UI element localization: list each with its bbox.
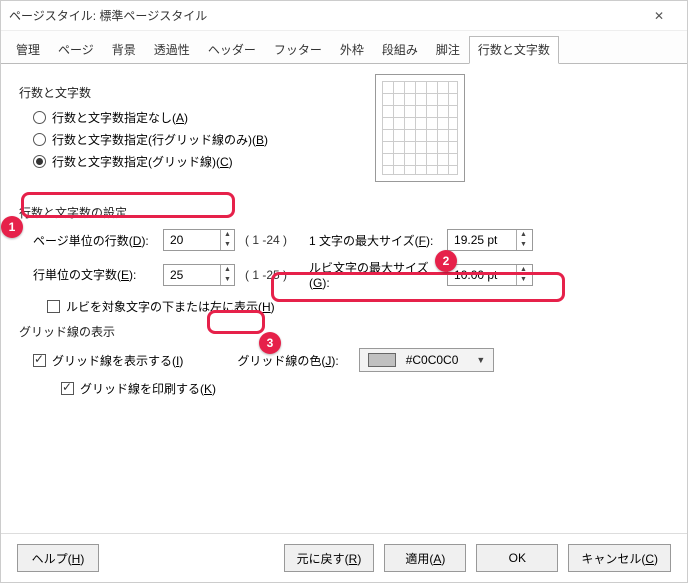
radio-icon xyxy=(33,111,46,124)
apply-button[interactable]: 適用(A) xyxy=(384,544,466,572)
close-button[interactable]: ✕ xyxy=(639,2,679,30)
chars-per-line-label: 行単位の文字数(E): xyxy=(33,266,163,283)
marker-3: 3 xyxy=(259,332,281,354)
ok-button[interactable]: OK xyxy=(476,544,558,572)
char-max-spinner[interactable]: ▲▼ xyxy=(447,229,533,251)
show-grid-label: グリッド線を表示する(I) xyxy=(52,352,183,369)
lines-per-page-range: ( 1 -24 ) xyxy=(245,233,287,247)
highlight-radio xyxy=(21,192,235,218)
marker-2: 2 xyxy=(435,250,457,272)
checkbox-icon xyxy=(61,382,74,395)
char-max-input[interactable] xyxy=(448,231,516,249)
tab-columns[interactable]: 段組み xyxy=(373,36,427,64)
spin-up-icon[interactable]: ▲ xyxy=(221,230,234,240)
checkbox-icon xyxy=(47,300,60,313)
radio-no-grid[interactable]: 行数と文字数指定なし(A) xyxy=(33,109,669,126)
radio-label: 行数と文字数指定(行グリッド線のみ)(B) xyxy=(52,131,268,148)
grid-preview xyxy=(375,74,465,182)
radio-lines-only[interactable]: 行数と文字数指定(行グリッド線のみ)(B) xyxy=(33,131,669,148)
spin-up-icon[interactable]: ▲ xyxy=(517,230,530,240)
tab-bar: 管理 ページ 背景 透過性 ヘッダー フッター 外枠 段組み 脚注 行数と文字数 xyxy=(1,31,687,64)
dialog-footer: ヘルプ(H) 元に戻す(R) 適用(A) OK キャンセル(C) xyxy=(1,533,687,582)
highlight-char-max xyxy=(271,272,565,302)
highlight-range xyxy=(207,310,265,334)
close-icon: ✕ xyxy=(654,9,664,23)
grid-display-title: グリッド線の表示 xyxy=(19,323,669,340)
lines-per-page-input[interactable] xyxy=(164,231,220,249)
char-max-label: 1 文字の最大サイズ(F): xyxy=(309,232,447,249)
tab-background[interactable]: 背景 xyxy=(103,36,145,64)
grid-mode-radios: 行数と文字数指定なし(A) 行数と文字数指定(行グリッド線のみ)(B) 行数と文… xyxy=(33,109,669,170)
lines-per-page-spinner[interactable]: ▲▼ xyxy=(163,229,235,251)
content-area: 行数と文字数 行数と文字数指定なし(A) 行数と文字数指定(行グリッド線のみ)(… xyxy=(1,64,687,533)
spin-up-icon[interactable]: ▲ xyxy=(221,265,234,275)
tab-footer[interactable]: フッター xyxy=(265,36,331,64)
page-style-dialog: ページスタイル: 標準ページスタイル ✕ 管理 ページ 背景 透過性 ヘッダー … xyxy=(0,0,688,583)
window-title: ページスタイル: 標準ページスタイル xyxy=(9,7,639,24)
radio-grid[interactable]: 行数と文字数指定(グリッド線)(C) xyxy=(33,153,669,170)
marker-1: 1 xyxy=(1,216,23,238)
reset-button[interactable]: 元に戻す(R) xyxy=(284,544,375,572)
tab-footnote[interactable]: 脚注 xyxy=(427,36,469,64)
tab-border[interactable]: 外枠 xyxy=(331,36,373,64)
help-button[interactable]: ヘルプ(H) xyxy=(17,544,99,572)
spin-down-icon[interactable]: ▼ xyxy=(221,275,234,285)
spin-down-icon[interactable]: ▼ xyxy=(517,240,530,250)
grid-section-title: 行数と文字数 xyxy=(19,84,669,101)
chevron-down-icon: ▼ xyxy=(476,355,485,365)
radio-icon xyxy=(33,133,46,146)
tab-textgrid[interactable]: 行数と文字数 xyxy=(469,36,559,64)
cancel-button[interactable]: キャンセル(C) xyxy=(568,544,671,572)
tab-manage[interactable]: 管理 xyxy=(7,36,49,64)
lines-per-page-label: ページ単位の行数(D): xyxy=(33,232,163,249)
radio-label: 行数と文字数指定(グリッド線)(C) xyxy=(52,153,233,170)
grid-color-label: グリッド線の色(J): xyxy=(237,352,338,369)
radio-label: 行数と文字数指定なし(A) xyxy=(52,109,188,126)
color-swatch xyxy=(368,353,396,367)
show-grid-checkbox-row[interactable]: グリッド線を表示する(I) xyxy=(33,352,183,369)
checkbox-icon xyxy=(33,354,46,367)
tab-transparency[interactable]: 透過性 xyxy=(145,36,199,64)
spin-down-icon[interactable]: ▼ xyxy=(221,240,234,250)
titlebar: ページスタイル: 標準ページスタイル ✕ xyxy=(1,1,687,31)
chars-per-line-input[interactable] xyxy=(164,266,220,284)
print-grid-checkbox-row[interactable]: グリッド線を印刷する(K) xyxy=(61,380,669,397)
print-grid-label: グリッド線を印刷する(K) xyxy=(80,380,216,397)
tab-header[interactable]: ヘッダー xyxy=(199,36,265,64)
grid-color-value: #C0C0C0 xyxy=(406,353,459,367)
radio-icon xyxy=(33,155,46,168)
grid-color-button[interactable]: #C0C0C0 ▼ xyxy=(359,348,495,372)
tab-page[interactable]: ページ xyxy=(49,36,103,64)
chars-per-line-spinner[interactable]: ▲▼ xyxy=(163,264,235,286)
